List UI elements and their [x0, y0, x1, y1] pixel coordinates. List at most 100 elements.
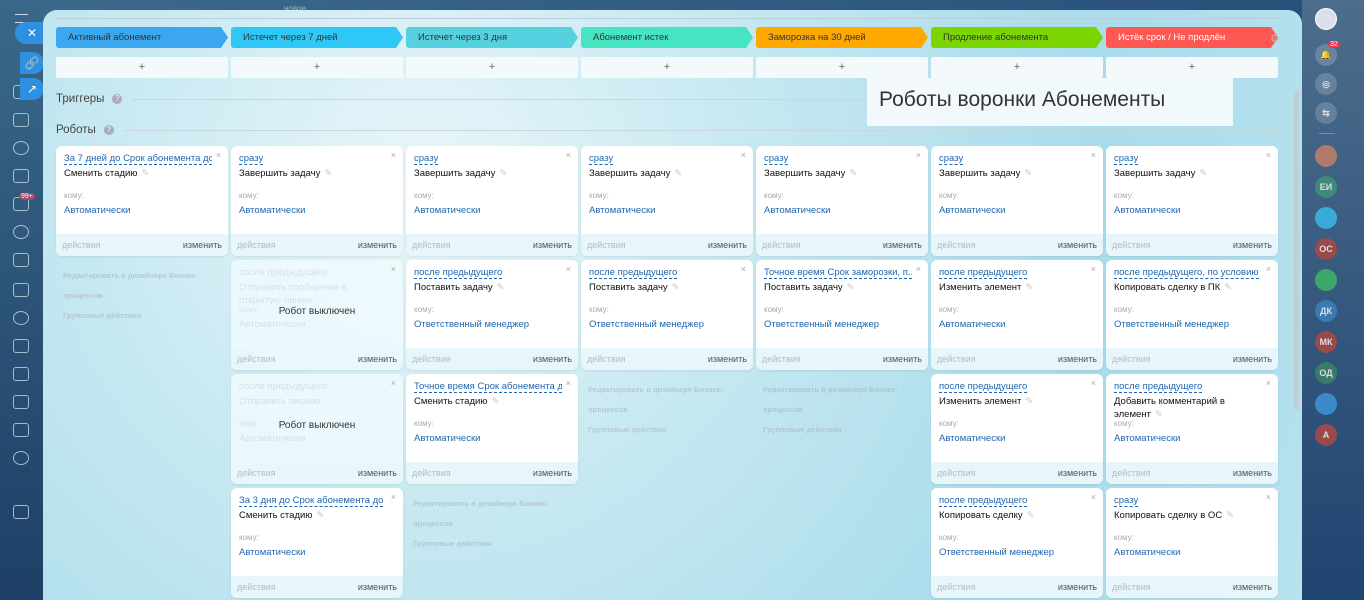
pencil-icon[interactable]: ✎: [497, 282, 505, 293]
close-icon[interactable]: ×: [1091, 378, 1096, 388]
robot-trigger-link[interactable]: после предыдущего: [239, 381, 327, 393]
robot-card[interactable]: × после предыдущего Копировать сделку ✎ кому…: [931, 488, 1103, 598]
edit-link[interactable]: изменить: [533, 240, 572, 250]
gear-icon[interactable]: ⚙: [1270, 32, 1280, 45]
robot-trigger-link[interactable]: сразу: [939, 153, 964, 165]
sites-icon[interactable]: [13, 311, 29, 325]
designer-link[interactable]: Редактировать в дизайнере Бизнес-процесс…: [413, 494, 571, 534]
pencil-icon[interactable]: ✎: [1024, 168, 1032, 179]
robot-card[interactable]: × Точное время Срок абонемента до Сменить …: [406, 374, 578, 484]
robot-card[interactable]: × сразу Копировать сделку в ОС ✎ кому: Автома…: [1106, 488, 1278, 598]
stage-3[interactable]: Абонемент истек: [581, 27, 753, 48]
target-icon[interactable]: [13, 141, 29, 155]
actions-link[interactable]: действия: [237, 582, 276, 592]
actions-link[interactable]: действия: [412, 468, 451, 478]
robot-card[interactable]: × после предыдущего Поставить задачу ✎ кому:…: [406, 260, 578, 370]
pencil-icon[interactable]: ✎: [1025, 282, 1033, 293]
actions-link[interactable]: действия: [1112, 468, 1151, 478]
pencil-icon[interactable]: ✎: [491, 396, 499, 407]
designer-link[interactable]: Редактировать в дизайнере Бизнес-процесс…: [63, 266, 221, 306]
robot-trigger-link[interactable]: сразу: [414, 153, 439, 165]
close-icon[interactable]: ×: [566, 150, 571, 160]
marketing-icon[interactable]: [13, 367, 29, 381]
pencil-icon[interactable]: ✎: [847, 282, 855, 293]
scrollbar[interactable]: [1294, 90, 1299, 410]
edit-link[interactable]: изменить: [358, 582, 397, 592]
add-robot-button[interactable]: +: [406, 57, 578, 78]
automation-icon[interactable]: [13, 225, 29, 239]
close-icon[interactable]: ×: [391, 150, 396, 160]
robot-trigger-link[interactable]: сразу: [239, 153, 264, 165]
robot-card[interactable]: × после предыдущего Изменить элемент ✎ кому:…: [931, 374, 1103, 484]
pencil-icon[interactable]: ✎: [141, 168, 149, 179]
help-icon[interactable]: ?: [103, 125, 114, 135]
robot-card[interactable]: × сразу Завершить задачу ✎ кому: Автоматическ…: [581, 146, 753, 256]
robot-card[interactable]: × после предыдущего Добавить комментарий в…: [1106, 374, 1278, 484]
stage-5[interactable]: Продление абонемента: [931, 27, 1103, 48]
pencil-icon[interactable]: ✎: [499, 168, 507, 179]
robot-trigger-link[interactable]: Точное время Срок заморозки, п...: [764, 267, 912, 279]
robot-card[interactable]: × За 7 дней до Срок абонемента до Сменить …: [56, 146, 228, 256]
contact-avatar[interactable]: [1315, 393, 1337, 415]
contact-avatar[interactable]: ДК: [1315, 300, 1337, 322]
add-robot-button[interactable]: +: [581, 57, 753, 78]
robot-trigger-link[interactable]: За 7 дней до Срок абонемента до: [64, 153, 212, 165]
group-actions-link[interactable]: Групповые действия: [413, 534, 571, 554]
edit-link[interactable]: изменить: [1233, 240, 1272, 250]
responsible-link[interactable]: Автоматически: [1114, 205, 1180, 216]
responsible-link[interactable]: Автоматически: [239, 547, 305, 558]
contact-avatar[interactable]: МК: [1315, 331, 1337, 353]
radar-icon[interactable]: ◎: [1315, 73, 1337, 95]
responsible-link[interactable]: Автоматически: [939, 433, 1005, 444]
actions-link[interactable]: действия: [937, 240, 976, 250]
robot-trigger-link[interactable]: после предыдущего: [939, 381, 1028, 393]
responsible-link[interactable]: Ответственный менеджер: [939, 547, 1054, 558]
responsible-link[interactable]: Автоматически: [414, 433, 480, 444]
chat-icon[interactable]: [13, 283, 29, 297]
actions-link[interactable]: действия: [937, 582, 976, 592]
user-avatar[interactable]: [1315, 8, 1337, 30]
robot-card[interactable]: × сразу Завершить задачу ✎ кому: Автоматическ…: [406, 146, 578, 256]
robot-trigger-link[interactable]: сразу: [1114, 495, 1139, 507]
stage-6[interactable]: Истёк срок / Не продлён: [1106, 27, 1278, 48]
pencil-icon[interactable]: ✎: [316, 295, 324, 306]
responsible-link[interactable]: Автоматически: [414, 205, 480, 216]
robot-trigger-link[interactable]: после предыдущего: [239, 267, 327, 279]
close-icon[interactable]: ×: [741, 150, 746, 160]
close-icon[interactable]: ×: [1266, 378, 1271, 388]
pencil-icon[interactable]: ✎: [849, 168, 857, 179]
robot-card[interactable]: × после предыдущего Изменить элемент ✎ кому:…: [931, 260, 1103, 370]
close-icon[interactable]: ×: [741, 264, 746, 274]
actions-link[interactable]: действия: [1112, 582, 1151, 592]
robot-card[interactable]: × после предыдущего Отправить сообщение в …: [231, 260, 403, 370]
robot-trigger-link[interactable]: после предыдущего, по условию: [1114, 267, 1259, 279]
contact-avatar[interactable]: [1315, 207, 1337, 229]
actions-link[interactable]: действия: [412, 354, 451, 364]
responsible-link[interactable]: Автоматически: [939, 319, 1005, 330]
edit-link[interactable]: изменить: [708, 240, 747, 250]
store-icon[interactable]: [13, 113, 29, 127]
edit-link[interactable]: изменить: [533, 468, 572, 478]
actions-link[interactable]: действия: [937, 354, 976, 364]
group-actions-link[interactable]: Групповые действия: [763, 420, 921, 440]
close-icon[interactable]: ×: [391, 378, 396, 388]
file-icon[interactable]: [13, 505, 29, 519]
responsible-link[interactable]: Автоматически: [1114, 433, 1180, 444]
actions-link[interactable]: действия: [762, 240, 801, 250]
responsible-link[interactable]: Ответственный менеджер: [1114, 319, 1229, 330]
pencil-icon[interactable]: ✎: [1224, 282, 1232, 293]
edit-link[interactable]: изменить: [533, 354, 572, 364]
robot-trigger-link[interactable]: после предыдущего: [939, 495, 1028, 507]
edit-link[interactable]: изменить: [358, 468, 397, 478]
tool-icon[interactable]: [13, 339, 29, 353]
copy-link-button[interactable]: 🔗: [20, 52, 44, 74]
robot-trigger-link[interactable]: после предыдущего: [939, 267, 1028, 279]
actions-link[interactable]: действия: [762, 354, 801, 364]
actions-link[interactable]: действия: [937, 468, 976, 478]
add-robot-button[interactable]: +: [231, 57, 403, 78]
pencil-icon[interactable]: ✎: [674, 168, 682, 179]
robot-trigger-link[interactable]: За 3 дня до Срок абонемента до: [239, 495, 384, 507]
responsible-link[interactable]: Автоматически: [589, 205, 655, 216]
pencil-icon[interactable]: ✎: [1199, 168, 1207, 179]
robot-card[interactable]: × после предыдущего Отправить письмо ✎ кому:…: [231, 374, 403, 484]
